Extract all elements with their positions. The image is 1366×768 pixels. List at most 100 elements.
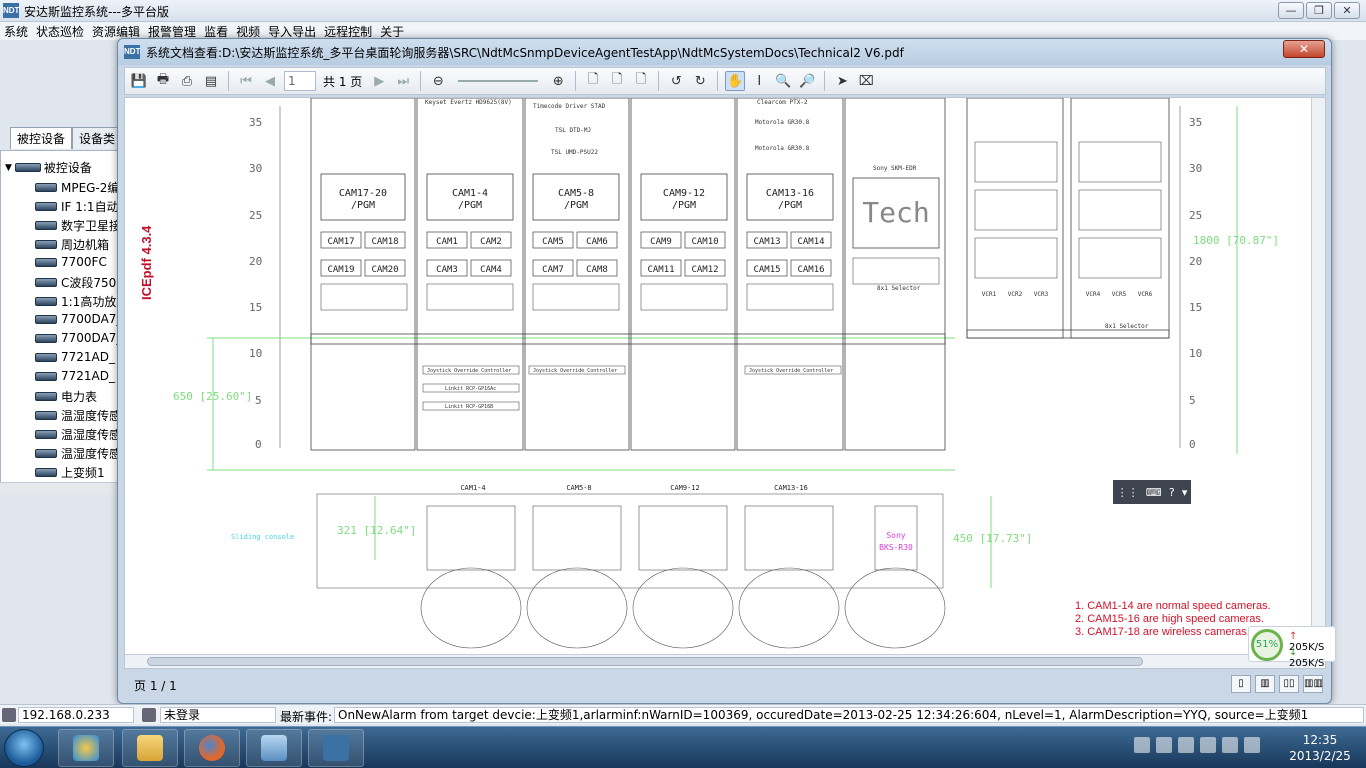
document-properties-icon[interactable]: ▤ [201, 71, 221, 91]
tree-item[interactable]: IF 1:1自动 [35, 198, 119, 215]
continuous-page-icon[interactable]: ▥ [1255, 675, 1275, 693]
continuous-facing-icon[interactable]: ▥▥ [1303, 675, 1323, 693]
pdf-document-area[interactable]: ICEpdf 4.3.4 35 30 25 20 15 10 5 0 35 30… [124, 97, 1326, 669]
tree-root[interactable]: ▼ 被控设备 [5, 159, 92, 176]
tree-item[interactable]: 温湿度传感 [35, 445, 119, 462]
taskbar-explorer[interactable] [122, 729, 178, 767]
save-icon[interactable]: 💾 [129, 71, 149, 91]
zoom-in-tool-icon[interactable]: 🔍 [773, 71, 793, 91]
menu-status-check[interactable]: 状态巡检 [32, 22, 88, 40]
grip-icon[interactable]: ⋮⋮ [1117, 486, 1139, 499]
tray-arrow-icon[interactable] [1134, 737, 1150, 753]
select-arrow-icon[interactable]: ➤ [832, 71, 852, 91]
first-page-icon[interactable]: ⏮ [236, 71, 256, 91]
cam-label: CAM8 [586, 265, 608, 275]
single-page-icon[interactable]: ▯ [1231, 675, 1251, 693]
viewer-close-button[interactable]: ✕ [1283, 40, 1325, 58]
tray-volume-icon[interactable] [1244, 737, 1260, 753]
tree-item[interactable]: 电力表 [35, 388, 97, 405]
tree-item[interactable]: 7721AD_ [35, 369, 115, 383]
tab-controlled-devices[interactable]: 被控设备 [10, 127, 73, 149]
tree-item[interactable]: 温湿度传感 [35, 426, 120, 443]
taskbar-firefox[interactable] [184, 729, 240, 767]
vcr-label: VCR3 [1034, 291, 1049, 298]
dropdown-icon[interactable]: ▾ [1182, 486, 1188, 499]
tree-item[interactable]: 数字卫星接 [35, 217, 119, 234]
start-button-icon[interactable] [4, 729, 44, 767]
next-page-icon[interactable]: ▶ [369, 71, 389, 91]
taskbar-clock[interactable]: 12:35 2013/2/25 [1282, 732, 1358, 764]
tray-add-icon[interactable] [1156, 737, 1172, 753]
zoom-out-minus-icon[interactable]: ⊖ [428, 71, 448, 91]
device-icon [35, 449, 57, 458]
print-icon[interactable]: 🖶 [153, 71, 173, 91]
tree-horizontal-scrollbar[interactable] [0, 482, 120, 495]
tree-root-label: 被控设备 [43, 161, 92, 175]
tray-device-icon[interactable] [1200, 737, 1216, 753]
linkit-label: Linkit RCP-GP16Ac [445, 386, 496, 392]
hscroll-thumb[interactable] [147, 657, 1143, 666]
tree-item[interactable]: MPEG-2编 [35, 179, 119, 196]
tree-item[interactable]: 周边机箱 [35, 236, 109, 253]
text-select-icon[interactable]: I [749, 71, 769, 91]
tray-network-icon[interactable] [1222, 737, 1238, 753]
tree-item[interactable]: 7700DA7_ [35, 331, 119, 345]
previous-page-icon[interactable]: ◀ [260, 71, 280, 91]
scale-right-25: 25 [1189, 209, 1202, 222]
expand-triangle-icon[interactable]: ▼ [5, 163, 12, 173]
note-line: 1. CAM1-14 are normal speed cameras. [1075, 600, 1271, 612]
facing-pages-icon[interactable]: ▯▯ [1279, 675, 1299, 693]
fit-width-icon[interactable]: 🗋 [607, 71, 627, 91]
left-tabs: 被控设备 设备类 [10, 127, 123, 149]
device-icon [35, 371, 57, 381]
taskbar-virtualbox[interactable] [246, 729, 302, 767]
tree-item-label: 温湿度传感 [61, 428, 120, 442]
device-icon [35, 468, 57, 477]
tree-item[interactable]: 7721AD_ [35, 350, 115, 364]
maximize-button[interactable]: ❐ [1306, 2, 1332, 19]
tab-device-types[interactable]: 设备类 [72, 127, 123, 149]
tree-item[interactable]: 上变频1 [35, 464, 105, 481]
help-icon[interactable]: ? [1169, 486, 1175, 499]
tree-item-label: C波段750 [61, 276, 117, 290]
scale-left-35: 35 [249, 116, 262, 129]
pan-hand-icon[interactable]: ✋ [725, 71, 746, 91]
annotation-tool-icon[interactable]: ⌧ [856, 71, 876, 91]
menu-system[interactable]: 系统 [0, 22, 32, 40]
tree-item[interactable]: 7700DA7_ [35, 312, 119, 326]
zoom-in-plus-icon[interactable]: ⊕ [548, 71, 568, 91]
document-horizontal-scrollbar[interactable] [125, 654, 1313, 668]
last-page-icon[interactable]: ⏭ [393, 71, 413, 91]
print-preview-icon[interactable]: ⎙ [177, 71, 197, 91]
device-icon [35, 392, 57, 401]
tree-item[interactable]: 7700FC [35, 255, 107, 269]
tree-item[interactable]: 1:1高功放 [35, 293, 116, 310]
windows-taskbar: 12:35 2013/2/25 [0, 726, 1366, 768]
device-tree[interactable]: ▼ 被控设备 MPEG-2编 IF 1:1自动 数字卫星接 周边机箱 7700F… [0, 150, 120, 494]
rotate-left-icon[interactable]: ↺ [666, 71, 686, 91]
console-group-label: CAM13-16 [774, 484, 808, 492]
taskbar-media-center[interactable] [58, 729, 114, 767]
tray-flag-icon[interactable] [1178, 737, 1194, 753]
minimize-button[interactable]: — [1278, 2, 1304, 19]
zoom-out-tool-icon[interactable]: 🔎 [797, 71, 817, 91]
vcr-label: VCR1 [982, 291, 997, 298]
keyboard-icon[interactable]: ⌨ [1146, 486, 1162, 499]
tree-item[interactable]: 温湿度传感 [35, 407, 119, 424]
pdf-viewer-window: NDT 系统文档查看:D:\安达斯监控系统_多平台桌面轮询服务器\SRC\Ndt… [117, 38, 1332, 704]
note-line: 3. CAM17-18 are wireless cameras. [1075, 626, 1250, 638]
close-button[interactable]: ✕ [1334, 2, 1360, 19]
linkit-label: Linkit RCP-GP16B [445, 404, 493, 410]
rotate-right-icon[interactable]: ↻ [690, 71, 710, 91]
zoom-slider[interactable] [458, 80, 539, 82]
fit-page-icon[interactable]: 🗋 [583, 71, 603, 91]
cam-label: CAM18 [371, 237, 398, 247]
viewer-status: 页 1 / 1 [134, 678, 177, 693]
page-number-input[interactable]: 1 [284, 71, 316, 91]
document-vertical-scrollbar[interactable] [1311, 98, 1325, 656]
taskbar-ndt-app[interactable] [308, 729, 364, 767]
device-icon [35, 202, 57, 211]
actual-size-icon[interactable]: 🗋 [631, 71, 651, 91]
tree-item[interactable]: C波段750 [35, 274, 116, 291]
scale-right-0: 0 [1189, 438, 1196, 451]
